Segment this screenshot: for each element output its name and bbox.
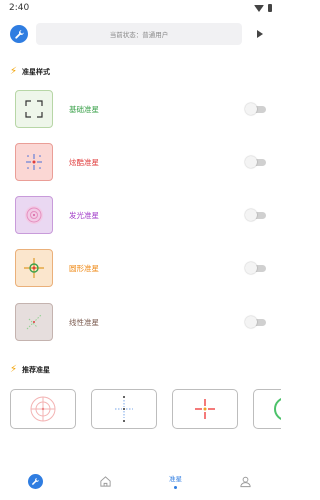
recommend-section-title: 推荐准星 xyxy=(22,366,51,374)
style-label-cool: 炫酷准星 xyxy=(69,157,99,167)
style-label-circle: 圆形准星 xyxy=(69,263,99,273)
toggle-glow[interactable] xyxy=(245,209,267,221)
toggle-cool[interactable] xyxy=(245,156,267,168)
top-bar: 当前状态：普通用户 xyxy=(10,23,272,45)
status-bar: 2:40 xyxy=(0,0,281,18)
styles-section-header: ⚡ 准星样式 xyxy=(10,65,50,79)
circle-crosshair-icon xyxy=(15,249,53,287)
style-row-linear[interactable]: 线性准星 xyxy=(15,302,267,342)
tool-icon xyxy=(27,473,43,489)
nav-tab-user[interactable] xyxy=(226,466,266,496)
nav-tab-tool[interactable] xyxy=(15,466,55,496)
user-status-text: 当前状态：普通用户 xyxy=(109,31,169,39)
user-icon xyxy=(240,476,251,487)
style-label-linear: 线性准星 xyxy=(69,317,99,327)
nav-tab-home[interactable] xyxy=(85,466,125,496)
user-status-bar: 当前状态：普通用户 xyxy=(36,23,242,45)
battery-icon xyxy=(268,4,272,12)
lightning-icon: ⚡ xyxy=(10,364,18,375)
style-label-glow: 发光准星 xyxy=(69,210,99,220)
bottom-nav: 准星 xyxy=(0,462,281,500)
active-indicator xyxy=(174,486,178,489)
linear-crosshair-icon xyxy=(15,303,53,341)
toggle-linear[interactable] xyxy=(245,316,267,328)
pink-reticle-icon xyxy=(30,396,56,422)
cool-crosshair-icon xyxy=(15,143,53,181)
style-row-glow[interactable]: 发光准星 xyxy=(15,195,267,235)
play-icon xyxy=(257,30,263,38)
nav-tab-crosshair[interactable]: 准星 xyxy=(156,466,196,496)
style-label-basic: 基础准星 xyxy=(69,104,99,114)
recommended-crosshair-card[interactable] xyxy=(253,389,281,429)
green-ring-crosshair-icon xyxy=(274,398,281,420)
recommended-crosshair-card[interactable] xyxy=(10,389,76,429)
toggle-circle[interactable] xyxy=(245,262,267,274)
wifi-icon xyxy=(254,4,264,12)
style-row-circle[interactable]: 圆形准星 xyxy=(15,248,267,288)
styles-section-title: 准星样式 xyxy=(22,68,51,76)
recommended-crosshair-card[interactable] xyxy=(91,389,157,429)
lightning-icon: ⚡ xyxy=(10,66,18,77)
status-icons xyxy=(254,4,272,12)
recommended-crosshair-card[interactable] xyxy=(172,389,238,429)
recommended-crosshair-list[interactable] xyxy=(10,389,281,431)
nav-label-crosshair: 准星 xyxy=(169,475,183,483)
status-time: 2:40 xyxy=(9,3,30,13)
wrench-icon[interactable] xyxy=(10,25,28,43)
style-row-basic[interactable]: 基础准星 xyxy=(15,89,267,129)
recommend-section-header: ⚡ 推荐准星 xyxy=(10,363,50,377)
play-button[interactable] xyxy=(250,24,270,44)
red-crosshair-icon xyxy=(195,399,215,419)
toggle-basic[interactable] xyxy=(245,103,267,115)
blue-dotted-crosshair-icon xyxy=(115,396,133,422)
home-icon xyxy=(100,475,111,487)
basic-crosshair-icon xyxy=(15,90,53,128)
style-row-cool[interactable]: 炫酷准星 xyxy=(15,142,267,182)
glow-crosshair-icon xyxy=(15,196,53,234)
